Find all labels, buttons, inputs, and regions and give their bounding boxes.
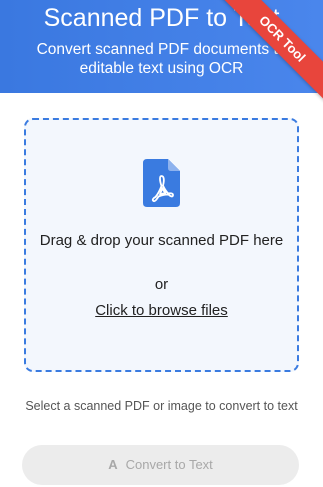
pdf-file-icon — [143, 159, 180, 207]
header: Scanned PDF to Text Convert scanned PDF … — [0, 0, 323, 93]
page-title: Scanned PDF to Text — [43, 4, 280, 32]
convert-to-text-button[interactable]: A Convert to Text — [22, 445, 299, 485]
text-font-icon: A — [108, 457, 118, 472]
page-subtitle: Convert scanned PDF documents to editabl… — [36, 41, 287, 77]
browse-files-link[interactable]: Click to browse files — [95, 302, 228, 319]
ocr-tool-page: Scanned PDF to Text Convert scanned PDF … — [0, 0, 323, 487]
or-separator: or — [154, 276, 169, 293]
convert-button-label: Convert to Text — [125, 457, 213, 472]
file-drop-zone[interactable]: Drag & drop your scanned PDF here or Cli… — [24, 118, 299, 372]
drop-instruction: Drag & drop your scanned PDF here — [39, 232, 284, 249]
browse-files-row: Click to browse files — [26, 302, 297, 320]
helper-text: Select a scanned PDF or image to convert… — [25, 399, 298, 413]
